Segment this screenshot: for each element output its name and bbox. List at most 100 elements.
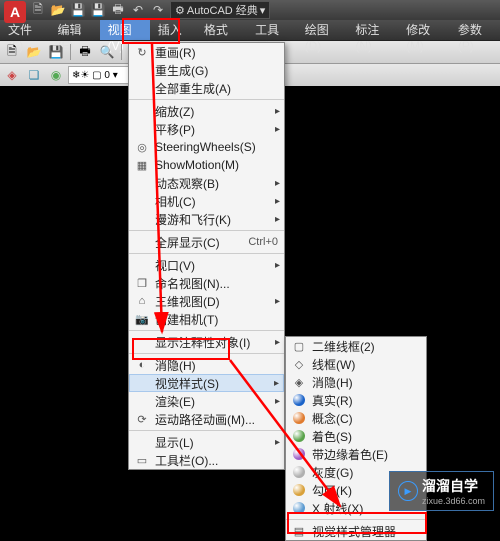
menu-item[interactable]: ↻重画(R)	[129, 43, 284, 61]
menu-item[interactable]: 视觉样式(S)	[129, 374, 284, 392]
menu-view[interactable]: 视图(V)	[100, 20, 150, 40]
open-icon[interactable]: 📂	[24, 42, 44, 62]
preview-icon[interactable]: 🔍	[97, 42, 117, 62]
menu-draw[interactable]: 绘图(D)	[297, 20, 348, 40]
menu-format[interactable]: 格式(O)	[196, 20, 247, 40]
watermark: ▶ 溜溜自学 zixue.3d66.com	[389, 471, 494, 511]
home3d-icon: ⌂	[133, 293, 151, 309]
layerstate-icon[interactable]: ❏	[24, 65, 44, 85]
menu-item-label: 重生成(G)	[155, 62, 278, 79]
watermark-brand: 溜溜自学	[422, 476, 485, 496]
blank-icon	[133, 393, 151, 409]
submenu-item[interactable]: 真实(R)	[286, 391, 426, 409]
menu-item[interactable]: 视口(V)	[129, 256, 284, 274]
menu-item-label: 创建相机(T)	[155, 311, 278, 328]
new-icon[interactable]: 🗎	[2, 42, 22, 62]
menu-item[interactable]: 显示注释性对象(I)	[129, 333, 284, 351]
undo-icon[interactable]: ↶	[130, 2, 146, 18]
menubar: 文件(F) 编辑(E) 视图(V) 插入(I) 格式(O) 工具(T) 绘图(D…	[0, 20, 500, 41]
submenu-item[interactable]: ▢二维线框(2)	[286, 337, 426, 355]
submenu-item[interactable]: 着色(S)	[286, 427, 426, 445]
submenu-item[interactable]: 带边缘着色(E)	[286, 445, 426, 463]
vsmgr-icon: ▤	[290, 523, 308, 539]
menu-item[interactable]: ▦ShowMotion(M)	[129, 156, 284, 174]
redraw-icon: ↻	[133, 44, 151, 60]
separator	[129, 430, 284, 431]
gear-icon: ⚙	[175, 4, 185, 17]
wheel-icon: ◎	[133, 139, 151, 155]
menu-dim[interactable]: 标注(N)	[347, 20, 398, 40]
submenu-item-label: 视觉样式管理器	[312, 523, 420, 540]
menu-item[interactable]: 重生成(G)	[129, 61, 284, 79]
menu-item[interactable]: 缩放(Z)	[129, 102, 284, 120]
blank-icon	[133, 103, 151, 119]
quick-access-toolbar: A 🗎 📂 💾 💾 🖶 ↶ ↷ ⚙ AutoCAD 经典 ▾	[0, 0, 500, 20]
xray-icon	[290, 500, 308, 516]
redo-icon[interactable]: ↷	[150, 2, 166, 18]
print-icon[interactable]: 🖶	[110, 2, 126, 18]
menu-tools[interactable]: 工具(T)	[247, 20, 297, 40]
separator	[129, 230, 284, 231]
open-icon[interactable]: 📂	[50, 2, 66, 18]
save-icon[interactable]: 💾	[46, 42, 66, 62]
workspace-selector[interactable]: ⚙ AutoCAD 经典 ▾	[170, 1, 270, 19]
hide-icon: ◐	[133, 357, 151, 373]
separator	[129, 253, 284, 254]
menu-item[interactable]: 相机(C)	[129, 192, 284, 210]
separator	[129, 99, 284, 100]
menu-edit[interactable]: 编辑(E)	[50, 20, 100, 40]
separator	[121, 44, 122, 60]
print-icon[interactable]: 🖶	[75, 42, 95, 62]
submenu-item-label: 带边缘着色(E)	[312, 446, 420, 463]
watermark-url: zixue.3d66.com	[422, 496, 485, 506]
separator	[129, 353, 284, 354]
menu-item[interactable]: ◎SteeringWheels(S)	[129, 138, 284, 156]
menu-item[interactable]: 全部重生成(A)	[129, 79, 284, 97]
menu-item[interactable]: 📷创建相机(T)	[129, 310, 284, 328]
submenu-item[interactable]: ◇线框(W)	[286, 355, 426, 373]
submenu-item[interactable]: 概念(C)	[286, 409, 426, 427]
menu-item[interactable]: 全屏显示(C)Ctrl+0	[129, 233, 284, 251]
submenu-item-label: 消隐(H)	[312, 374, 420, 391]
menu-param[interactable]: 参数(P)	[450, 20, 500, 40]
shadedge-icon	[290, 446, 308, 462]
view-menu-dropdown: ↻重画(R)重生成(G)全部重生成(A) 缩放(Z)平移(P)◎SteeringW…	[128, 42, 285, 470]
menu-item[interactable]: ❐命名视图(N)...	[129, 274, 284, 292]
menu-item[interactable]: 动态观察(B)	[129, 174, 284, 192]
menu-modify[interactable]: 修改(M)	[398, 20, 450, 40]
menu-item-label: 动态观察(B)	[155, 175, 278, 192]
menu-item[interactable]: ⌂三维视图(D)	[129, 292, 284, 310]
separator	[70, 44, 71, 60]
menu-item[interactable]: 渲染(E)	[129, 392, 284, 410]
submenu-item[interactable]: ◈消隐(H)	[286, 373, 426, 391]
namedview-icon: ❐	[133, 275, 151, 291]
realistic-icon	[290, 392, 308, 408]
menu-item[interactable]: 漫游和飞行(K)	[129, 210, 284, 228]
menu-item-label: 运动路径动画(M)...	[155, 411, 278, 428]
separator	[286, 519, 426, 520]
saveas-icon[interactable]: 💾	[90, 2, 106, 18]
blank-icon	[133, 375, 151, 391]
menu-item-label: 渲染(E)	[155, 393, 278, 410]
workspace-label: AutoCAD 经典	[187, 2, 258, 18]
menu-item[interactable]: 显示(L)	[129, 433, 284, 451]
layermatch-icon[interactable]: ◉	[46, 65, 66, 85]
menu-item[interactable]: 平移(P)	[129, 120, 284, 138]
menu-item-label: 重画(R)	[155, 44, 278, 61]
menu-item-label: 命名视图(N)...	[155, 275, 278, 292]
layer-combo[interactable]: ❄☀ ▢ 0 ▾	[68, 66, 136, 84]
menu-item[interactable]: ◐消隐(H)	[129, 356, 284, 374]
menu-file[interactable]: 文件(F)	[0, 20, 50, 40]
menu-item-label: 缩放(Z)	[155, 103, 278, 120]
play-icon: ▶	[398, 481, 418, 501]
menu-item[interactable]: ▭工具栏(O)...	[129, 451, 284, 469]
wire2d-icon: ▢	[290, 338, 308, 354]
new-icon[interactable]: 🗎	[30, 2, 46, 18]
save-icon[interactable]: 💾	[70, 2, 86, 18]
menu-item[interactable]: ⟳运动路径动画(M)...	[129, 410, 284, 428]
sketch-icon	[290, 482, 308, 498]
menu-insert[interactable]: 插入(I)	[150, 20, 196, 40]
menu-item-label: 全屏显示(C)	[155, 234, 248, 251]
submenu-item[interactable]: ▤视觉样式管理器	[286, 522, 426, 540]
layer-icon[interactable]: ◈	[2, 65, 22, 85]
